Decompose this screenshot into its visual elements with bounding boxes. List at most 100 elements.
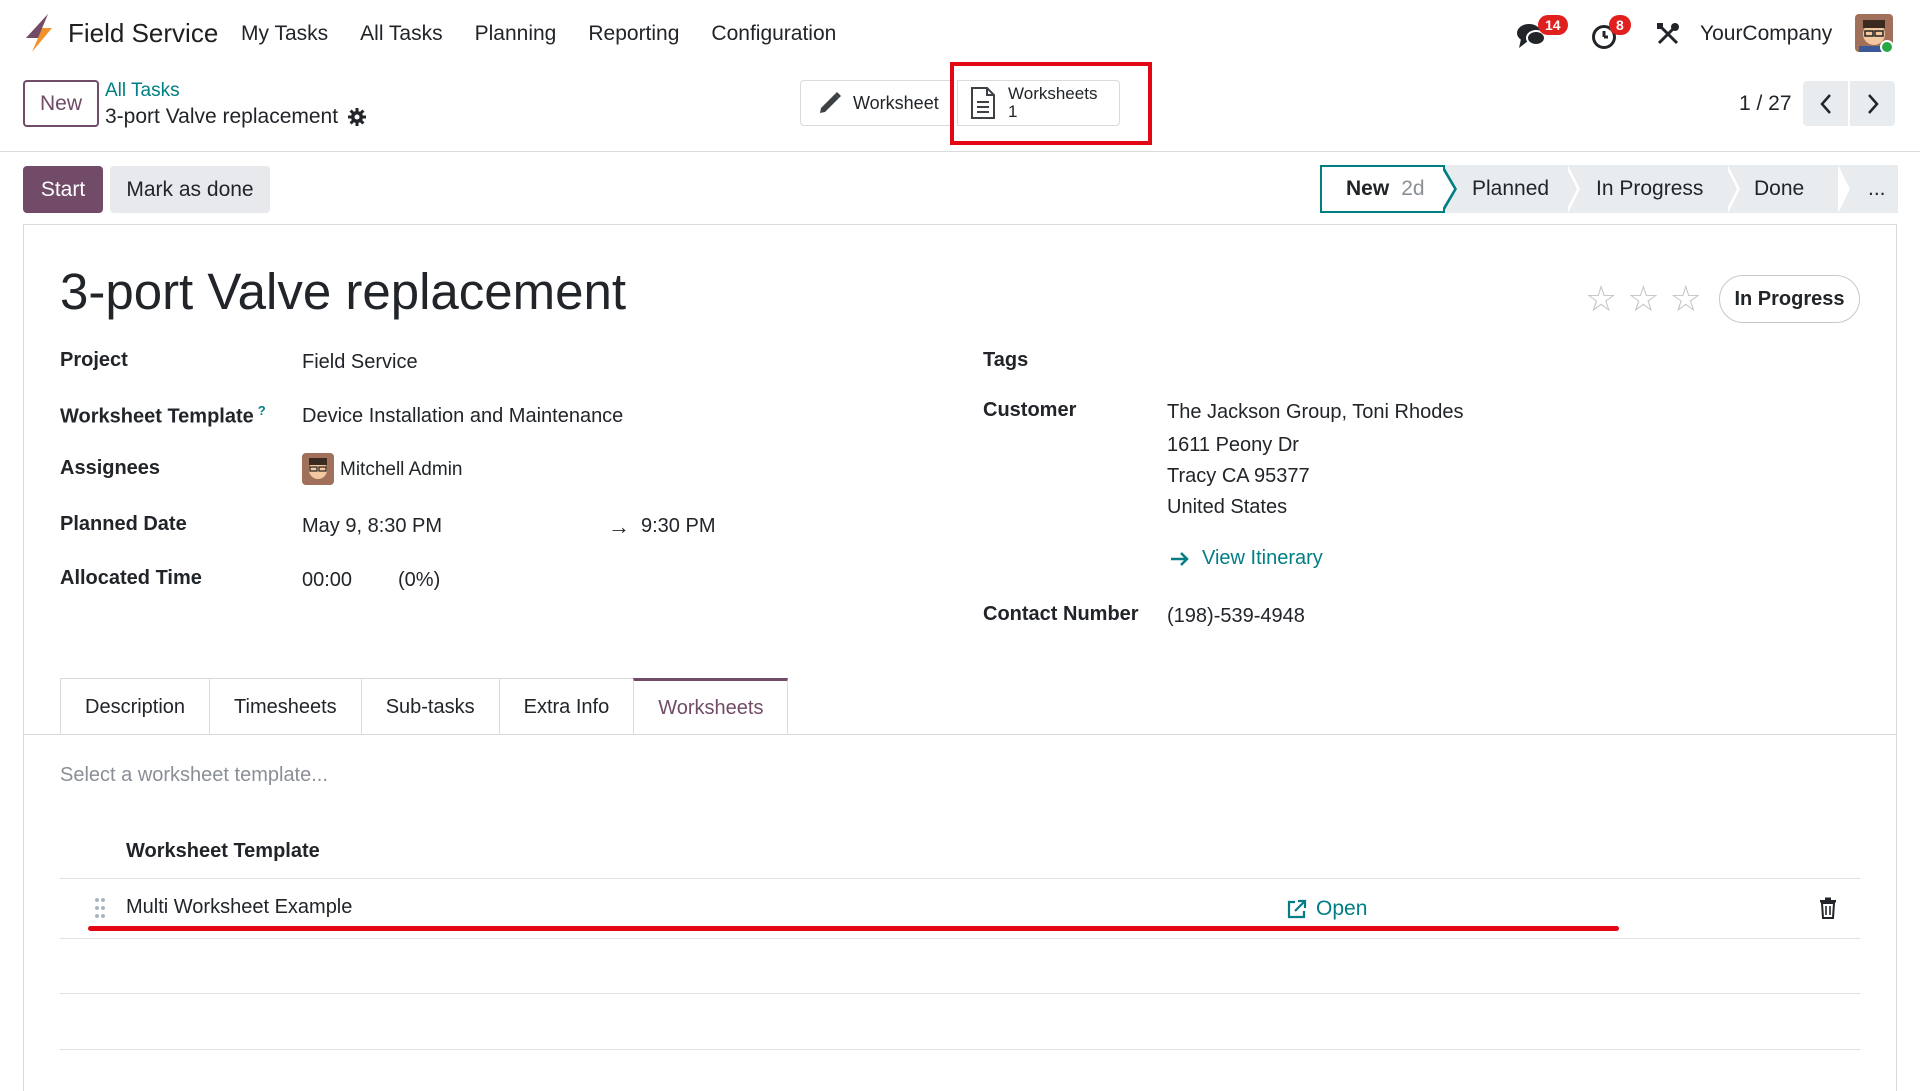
contact-number-label: Contact Number — [983, 603, 1139, 625]
external-link-icon — [1287, 899, 1307, 919]
table-row-divider — [60, 938, 1860, 939]
stage-done[interactable]: Done — [1728, 165, 1838, 213]
worksheet-template-name[interactable]: Multi Worksheet Example — [126, 896, 352, 919]
pencil-icon — [820, 92, 841, 113]
tabs-divider — [23, 734, 1897, 735]
priority-star-icon[interactable]: ☆ — [1670, 278, 1702, 320]
tab-worksheets[interactable]: Worksheets — [633, 678, 789, 735]
customer-address-line: 1611 Peony Dr — [1167, 434, 1299, 456]
customer-label: Customer — [983, 399, 1077, 421]
tab-description[interactable]: Description — [60, 678, 210, 735]
top-navbar: Field Service My Tasks All Tasks Plannin… — [0, 0, 1920, 68]
view-itinerary-link[interactable]: View Itinerary — [1170, 547, 1323, 570]
start-button[interactable]: Start — [23, 166, 103, 213]
stage-new[interactable]: New 2d — [1320, 165, 1445, 213]
gear-icon[interactable] — [348, 108, 367, 126]
worksheet-template-label: Worksheet Template? — [60, 403, 266, 429]
table-header-divider — [60, 878, 1860, 879]
control-panel-divider — [0, 151, 1920, 152]
breadcrumb-current: 3-port Valve replacement — [105, 105, 367, 129]
stage-more-label: ... — [1868, 177, 1886, 200]
stage-in-progress-label: In Progress — [1596, 177, 1704, 200]
highlight-box — [950, 62, 1152, 145]
assignee-name[interactable]: Mitchell Admin — [340, 459, 463, 481]
assignee-avatar[interactable] — [302, 453, 334, 485]
allocated-time-label: Allocated Time — [60, 567, 202, 589]
priority-star-icon[interactable]: ☆ — [1627, 278, 1659, 320]
worksheet-button[interactable]: Worksheet — [800, 80, 952, 126]
company-switcher[interactable]: YourCompany — [1700, 22, 1832, 46]
chevron-left-icon — [1819, 93, 1831, 114]
assignee-avatar-icon — [302, 453, 334, 485]
priority-star-icon[interactable]: ☆ — [1585, 278, 1617, 320]
open-button[interactable]: Open — [1286, 897, 1367, 921]
worksheet-template-label-text: Worksheet Template — [60, 405, 254, 428]
menu-my-tasks[interactable]: My Tasks — [241, 22, 328, 46]
highlight-underline — [88, 926, 1619, 931]
messages-badge: 14 — [1538, 15, 1568, 35]
open-button-label: Open — [1316, 897, 1368, 920]
online-status-dot — [1880, 40, 1894, 54]
project-field[interactable]: Field Service — [302, 351, 418, 374]
stage-planned[interactable]: Planned — [1438, 165, 1568, 213]
menu-reporting[interactable]: Reporting — [588, 22, 679, 46]
stage-new-arrow — [1441, 167, 1454, 211]
stage-separator — [1565, 165, 1577, 213]
notebook-tabs: Description Timesheets Sub-tasks Extra I… — [60, 678, 789, 735]
new-button[interactable]: New — [23, 80, 99, 127]
worksheet-template-select[interactable]: Select a worksheet template... — [60, 764, 328, 787]
allocated-time-field[interactable]: 00:00 — [302, 569, 352, 592]
planned-date-label: Planned Date — [60, 513, 187, 535]
help-tooltip-icon[interactable]: ? — [258, 403, 266, 418]
breadcrumb-current-label: 3-port Valve replacement — [105, 105, 339, 128]
pager-value[interactable]: 1 / 27 — [1739, 92, 1792, 116]
messages-button[interactable]: 14 — [1516, 15, 1576, 52]
worksheet-button-label: Worksheet — [853, 92, 939, 113]
menu-configuration[interactable]: Configuration — [711, 22, 836, 46]
menu-planning[interactable]: Planning — [475, 22, 557, 46]
contact-number-field[interactable]: (198)-539-4948 — [1167, 605, 1305, 628]
activities-badge: 8 — [1609, 15, 1631, 35]
customer-address-line: United States — [1167, 496, 1288, 518]
trash-icon[interactable] — [1818, 897, 1838, 919]
table-row-divider — [60, 993, 1860, 994]
arrow-right-icon — [1171, 551, 1189, 566]
worksheet-template-field[interactable]: Device Installation and Maintenance — [302, 405, 623, 428]
stage-separator — [1725, 165, 1737, 213]
breadcrumb-all-tasks[interactable]: All Tasks — [105, 80, 180, 102]
drag-handle-icon[interactable] — [94, 897, 106, 919]
planned-date-start-field[interactable]: May 9, 8:30 PM — [302, 515, 442, 538]
stage-new-label: New — [1346, 177, 1390, 200]
tags-field[interactable] — [1167, 346, 1667, 374]
mark-as-done-button[interactable]: Mark as done — [110, 166, 270, 213]
pager-previous-button[interactable] — [1803, 81, 1848, 126]
stage-in-progress[interactable]: In Progress — [1568, 165, 1728, 213]
tab-sub-tasks[interactable]: Sub-tasks — [360, 678, 499, 735]
table-row-divider — [60, 1049, 1860, 1050]
pager-next-button[interactable] — [1850, 81, 1895, 126]
customer-field[interactable]: The Jackson Group, Toni Rhodes — [1167, 401, 1463, 424]
app-name[interactable]: Field Service — [68, 18, 218, 49]
tab-extra-info[interactable]: Extra Info — [498, 678, 634, 735]
tools-icon[interactable] — [1656, 22, 1680, 46]
allocated-time-percent: (0%) — [398, 569, 441, 591]
planned-date-end-field[interactable]: 9:30 PM — [641, 515, 715, 538]
project-label: Project — [60, 349, 128, 371]
view-itinerary-label: View Itinerary — [1202, 547, 1323, 569]
assignees-label: Assignees — [60, 457, 161, 479]
customer-address-line: Tracy CA 95377 — [1167, 465, 1310, 487]
kanban-state-button[interactable]: In Progress — [1719, 275, 1860, 323]
priority-stars: ☆ ☆ ☆ — [1585, 278, 1702, 320]
tab-timesheets[interactable]: Timesheets — [209, 678, 361, 735]
stage-separator — [1838, 165, 1850, 213]
stage-done-label: Done — [1754, 177, 1805, 200]
worksheet-template-column-header[interactable]: Worksheet Template — [126, 840, 320, 863]
task-title[interactable]: 3-port Valve replacement — [60, 262, 626, 321]
stage-planned-label: Planned — [1472, 177, 1550, 200]
tags-label: Tags — [983, 349, 1029, 371]
activities-button[interactable]: 8 — [1591, 15, 1641, 52]
field-service-logo-icon[interactable] — [22, 14, 54, 52]
menu-all-tasks[interactable]: All Tasks — [360, 22, 442, 46]
stage-new-duration: 2d — [1401, 177, 1425, 200]
main-menu: My Tasks All Tasks Planning Reporting Co… — [241, 22, 868, 46]
